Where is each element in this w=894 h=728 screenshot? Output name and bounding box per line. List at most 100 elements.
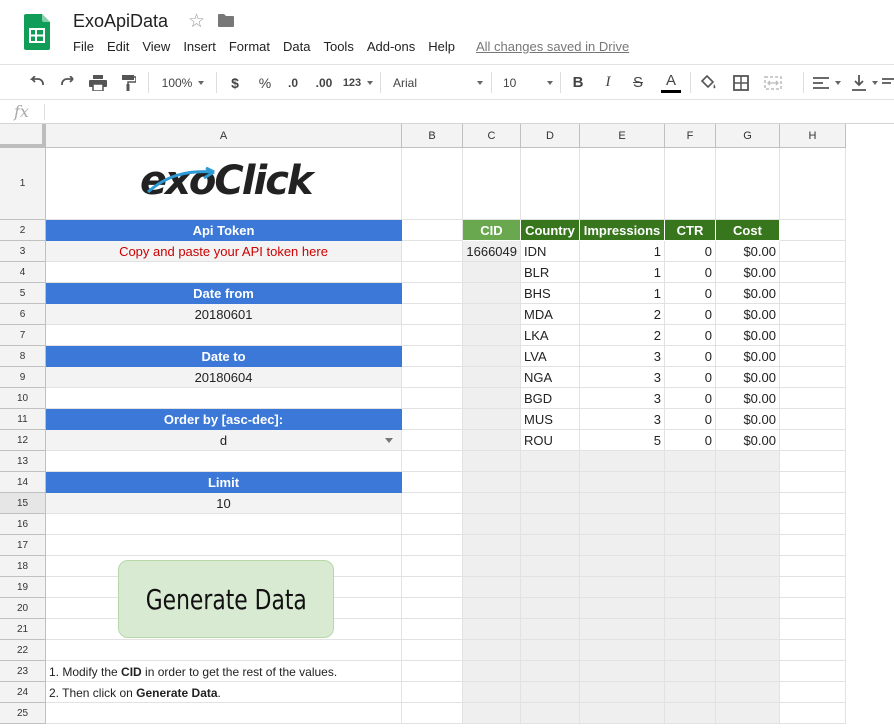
cell-c25[interactable] <box>463 703 521 724</box>
cell-e22[interactable] <box>580 640 665 661</box>
cell-d21[interactable] <box>521 619 580 640</box>
table-cell[interactable]: 2 <box>580 304 665 325</box>
cell-h20[interactable] <box>780 598 846 619</box>
menu-view[interactable]: View <box>142 39 170 54</box>
cell-c21[interactable] <box>463 619 521 640</box>
cell-c16[interactable] <box>463 514 521 535</box>
table-cell[interactable]: BLR <box>521 262 580 283</box>
row-header-21[interactable]: 21 <box>0 619 46 640</box>
cell-h14[interactable] <box>780 472 846 493</box>
cell-a7[interactable] <box>46 325 402 346</box>
row-header-12[interactable]: 12 <box>0 430 46 451</box>
save-status-link[interactable]: All changes saved in Drive <box>476 39 629 54</box>
table-cell[interactable]: 1 <box>580 283 665 304</box>
cell-g24[interactable] <box>716 682 780 703</box>
cell-a10[interactable] <box>46 388 402 409</box>
cid-value[interactable]: 1666049 <box>463 241 521 262</box>
cell-d1[interactable] <box>521 148 580 220</box>
table-cell[interactable]: $0.00 <box>716 262 780 283</box>
order-by-select[interactable]: d <box>46 430 402 451</box>
table-cell[interactable]: $0.00 <box>716 346 780 367</box>
table-cell[interactable]: 3 <box>580 346 665 367</box>
table-cell[interactable]: 0 <box>665 409 716 430</box>
table-cell[interactable]: 0 <box>665 325 716 346</box>
cell-b20[interactable] <box>402 598 463 619</box>
menu-help[interactable]: Help <box>428 39 455 54</box>
cell-f24[interactable] <box>665 682 716 703</box>
row-header-11[interactable]: 11 <box>0 409 46 430</box>
row-header-15[interactable]: 15 <box>0 493 46 514</box>
date-to-label[interactable]: Date to <box>46 346 402 367</box>
cell-b12[interactable] <box>402 430 463 451</box>
column-header-f[interactable]: F <box>665 124 716 148</box>
cell-d24[interactable] <box>521 682 580 703</box>
row-header-17[interactable]: 17 <box>0 535 46 556</box>
strikethrough-button[interactable]: S <box>630 65 646 100</box>
increase-decimal-button[interactable]: .00 <box>311 65 337 100</box>
cell-g1[interactable] <box>716 148 780 220</box>
menu-addons[interactable]: Add-ons <box>367 39 415 54</box>
cell-g16[interactable] <box>716 514 780 535</box>
cell-b17[interactable] <box>402 535 463 556</box>
sheets-logo-icon[interactable] <box>24 14 50 50</box>
italic-button[interactable]: I <box>600 65 616 100</box>
cell-h13[interactable] <box>780 451 846 472</box>
cell-h3[interactable] <box>780 241 846 262</box>
decrease-decimal-button[interactable]: .0 <box>283 65 303 100</box>
table-cell[interactable]: 0 <box>665 241 716 262</box>
table-cell[interactable]: $0.00 <box>716 241 780 262</box>
cell-f25[interactable] <box>665 703 716 724</box>
cell-g23[interactable] <box>716 661 780 682</box>
table-cell[interactable]: $0.00 <box>716 367 780 388</box>
menu-file[interactable]: File <box>73 39 94 54</box>
merge-cells-icon[interactable] <box>760 65 786 100</box>
cell-c23[interactable] <box>463 661 521 682</box>
borders-icon[interactable] <box>730 65 752 100</box>
row-header-2[interactable]: 2 <box>0 220 46 241</box>
cell-h25[interactable] <box>780 703 846 724</box>
table-cell[interactable]: MUS <box>521 409 580 430</box>
table-header-ctr[interactable]: CTR <box>665 220 716 241</box>
row-header-4[interactable]: 4 <box>0 262 46 283</box>
table-cell[interactable]: LKA <box>521 325 580 346</box>
cell-h2[interactable] <box>780 220 846 241</box>
cell-b9[interactable] <box>402 367 463 388</box>
table-cell[interactable]: LVA <box>521 346 580 367</box>
cell-b10[interactable] <box>402 388 463 409</box>
table-cell[interactable]: 5 <box>580 430 665 451</box>
menu-edit[interactable]: Edit <box>107 39 129 54</box>
cell-g21[interactable] <box>716 619 780 640</box>
column-header-h[interactable]: H <box>780 124 846 148</box>
row-header-23[interactable]: 23 <box>0 661 46 682</box>
table-header-country[interactable]: Country <box>521 220 580 241</box>
document-title[interactable]: ExoApiData <box>73 11 168 32</box>
table-cell[interactable]: MDA <box>521 304 580 325</box>
table-header-cid[interactable]: CID <box>463 220 521 241</box>
cell-f17[interactable] <box>665 535 716 556</box>
cell-a17[interactable] <box>46 535 402 556</box>
row-header-1[interactable]: 1 <box>0 148 46 220</box>
cell-g15[interactable] <box>716 493 780 514</box>
menu-data[interactable]: Data <box>283 39 310 54</box>
cell-d14[interactable] <box>521 472 580 493</box>
cell-h1[interactable] <box>780 148 846 220</box>
cell-b7[interactable] <box>402 325 463 346</box>
cell-b21[interactable] <box>402 619 463 640</box>
cell-a25[interactable] <box>46 703 402 724</box>
cell-h10[interactable] <box>780 388 846 409</box>
row-header-22[interactable]: 22 <box>0 640 46 661</box>
cell-d23[interactable] <box>521 661 580 682</box>
order-by-label[interactable]: Order by [asc-dec]: <box>46 409 402 430</box>
cell-d17[interactable] <box>521 535 580 556</box>
cell-c19[interactable] <box>463 577 521 598</box>
column-header-a[interactable]: A <box>46 124 402 148</box>
table-cell[interactable]: ROU <box>521 430 580 451</box>
percent-format-button[interactable]: % <box>255 65 275 100</box>
cell-g25[interactable] <box>716 703 780 724</box>
folder-icon[interactable] <box>218 14 234 27</box>
limit-label[interactable]: Limit <box>46 472 402 493</box>
table-cell[interactable]: 2 <box>580 325 665 346</box>
table-cell[interactable]: BGD <box>521 388 580 409</box>
cell-c17[interactable] <box>463 535 521 556</box>
cell-c11[interactable] <box>463 409 521 430</box>
